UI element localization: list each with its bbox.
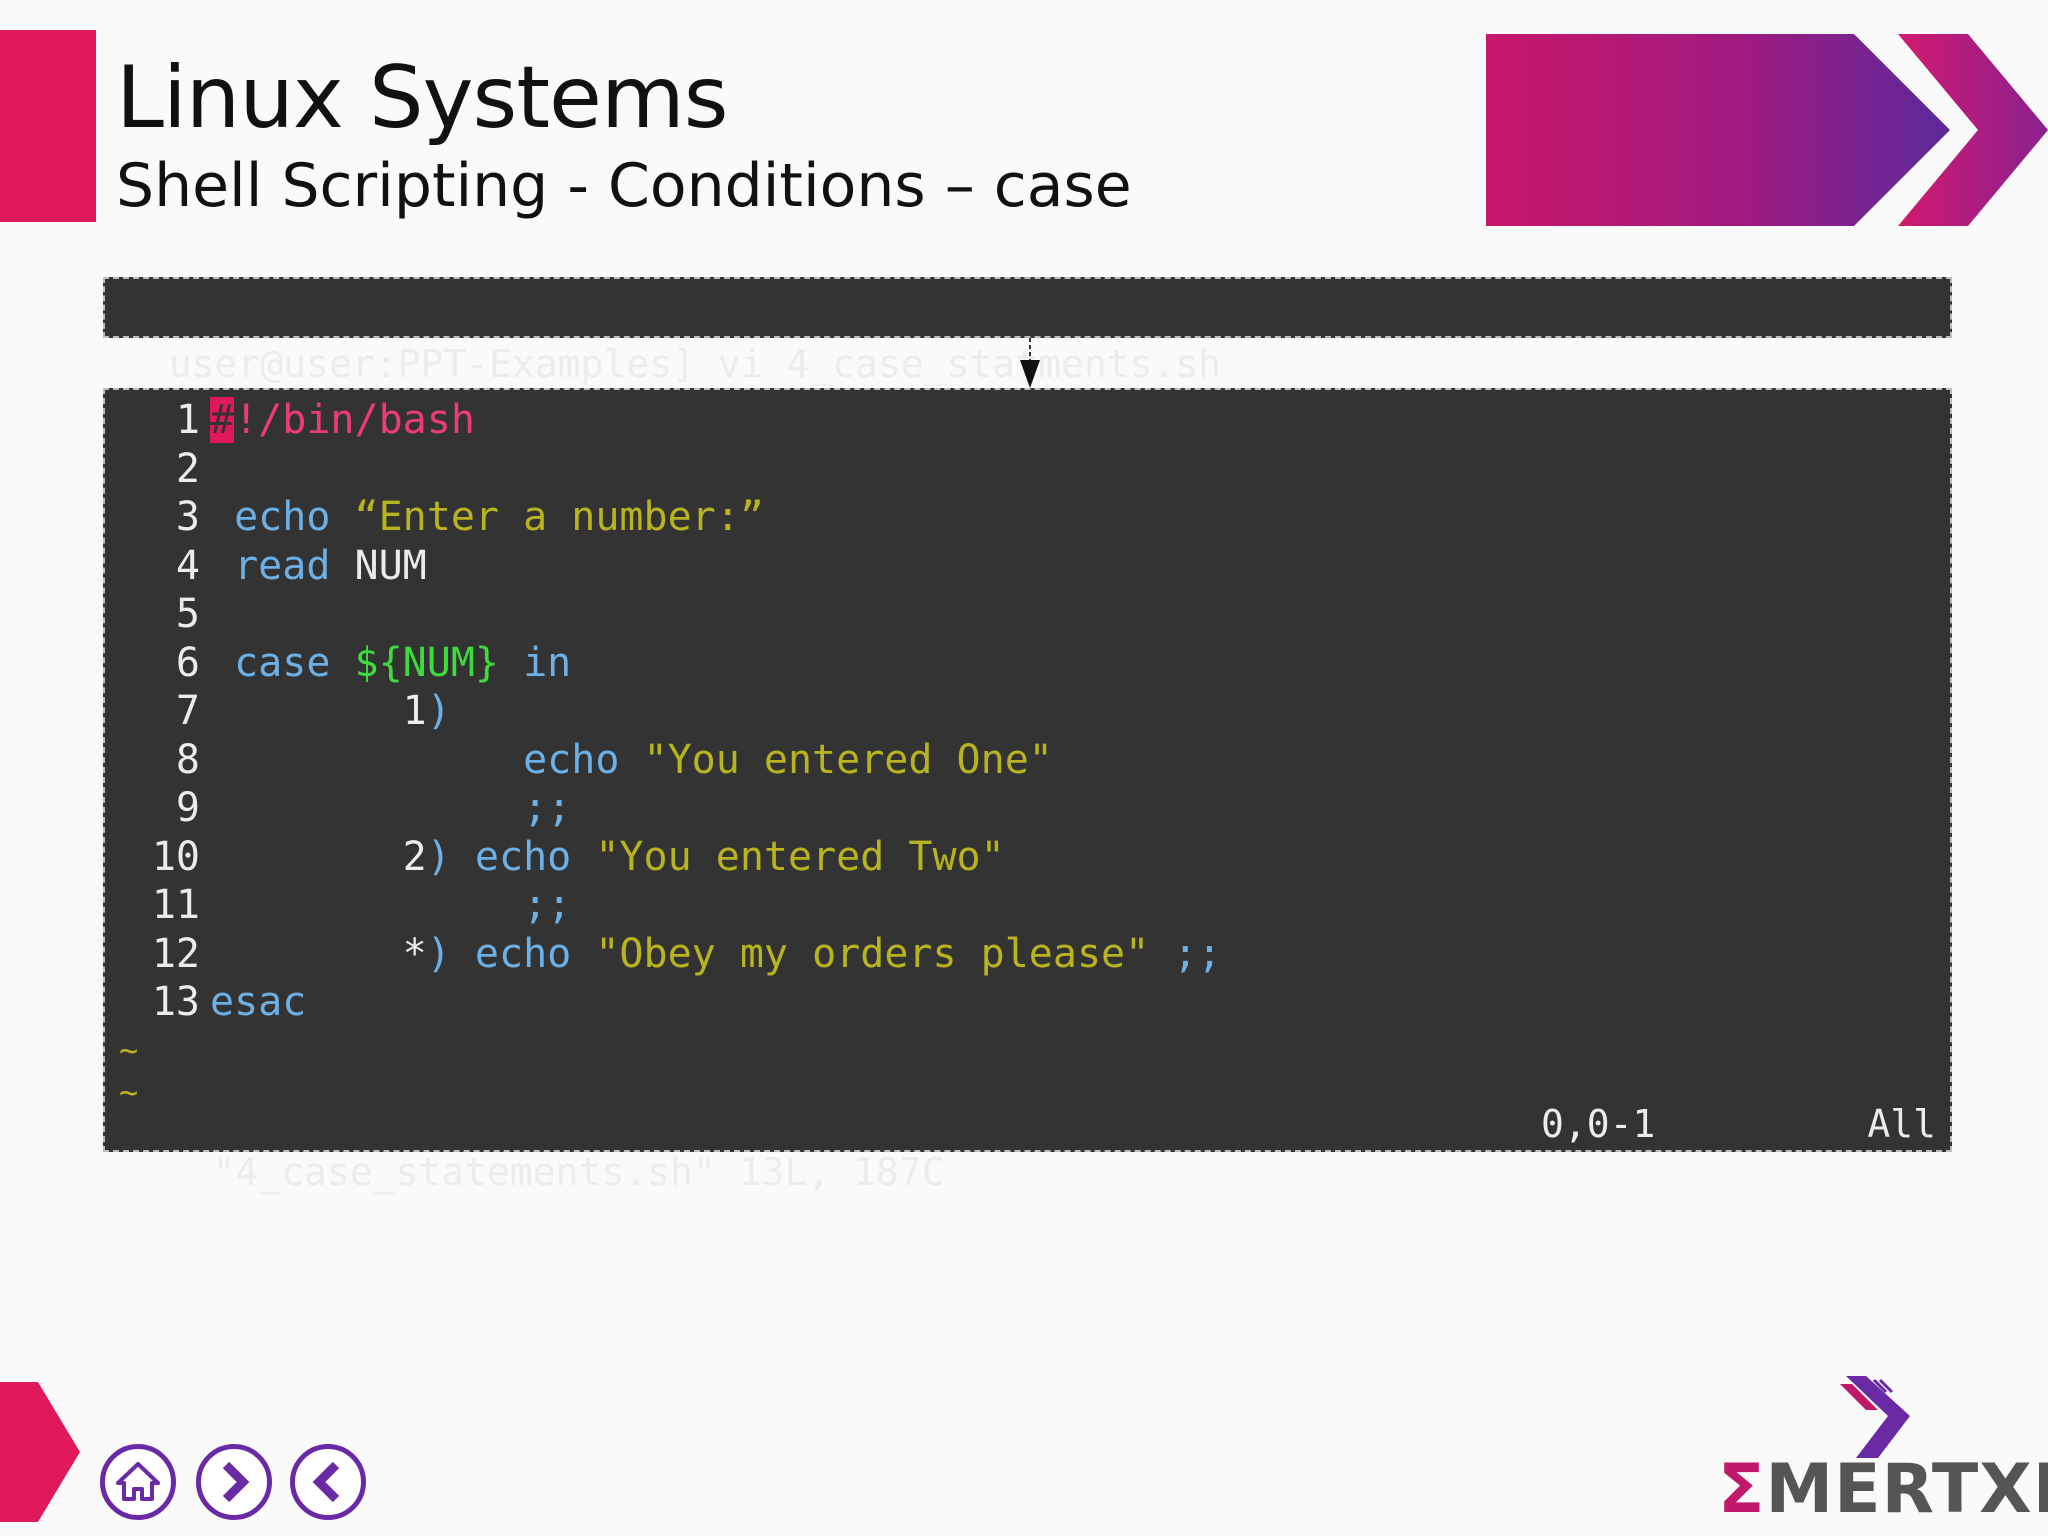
code-token: ${NUM} (354, 639, 500, 686)
code-token: "Obey my orders please" (595, 930, 1150, 977)
line-number: 11 (151, 882, 200, 928)
down-arrow-icon (1020, 338, 1040, 388)
code-token: echo (210, 494, 355, 540)
code-token: ;; (1149, 930, 1222, 977)
emertxe-logo-mark (1840, 1376, 1910, 1458)
command-text: user@user:PPT-Examples] vi 4_case_statme… (168, 342, 1222, 386)
code-token: "You entered One" (643, 736, 1053, 783)
code-token: "You entered Two" (595, 833, 1005, 880)
line-number: 10 (151, 833, 200, 880)
line-number: 3 (175, 494, 200, 540)
code-token: 1 (210, 688, 427, 734)
line-code: *) echo "Obey my orders please" ;; (210, 930, 1222, 978)
status-scroll: All (1867, 1102, 1936, 1146)
code-token: ;; (210, 882, 572, 928)
code-token: ) (426, 688, 451, 734)
line-code: 2) echo "You entered Two" (210, 833, 1005, 881)
previous-icon (312, 1461, 340, 1503)
line-number: 9 (175, 785, 200, 831)
next-button[interactable] (196, 1444, 272, 1520)
line-number: 7 (175, 688, 200, 734)
code-token: esac (210, 979, 307, 1025)
line-code: echo “Enter a number:” (210, 493, 764, 541)
line-number: 2 (175, 445, 200, 492)
home-button[interactable] (100, 1444, 176, 1520)
line-number: 5 (175, 591, 200, 637)
vim-status-bar: "4_case_statements.sh" 13L, 187C 0,0-1 A… (121, 1100, 1936, 1340)
emertxe-logo-text: ΣMERTXE (1718, 1452, 2048, 1528)
code-token: read (210, 542, 355, 589)
line-number: 12 (151, 930, 200, 977)
code-token: * (210, 930, 427, 977)
code-token: in (499, 639, 572, 686)
code-token: “Enter a number:” (354, 494, 764, 540)
line-code: #!/bin/bash (210, 396, 475, 444)
line-number: 8 (175, 736, 200, 783)
line-code: esac (210, 978, 306, 1026)
code-token: # (210, 397, 235, 443)
code-token: ) echo (426, 930, 596, 977)
next-icon (222, 1461, 250, 1503)
logo-sigma: Σ (1718, 1450, 1766, 1529)
line-code: read NUM (210, 542, 427, 590)
status-position: 0,0-1 (1541, 1102, 1656, 1146)
line-code: ;; (210, 784, 571, 832)
code-token: echo (210, 736, 644, 783)
header-chevron-banner (1486, 34, 2048, 226)
footer-accent-tab (0, 1382, 80, 1522)
code-token: !/bin/bash (234, 397, 475, 443)
previous-button[interactable] (290, 1444, 366, 1520)
line-code: echo "You entered One" (210, 736, 1053, 784)
code-token: 2 (210, 833, 427, 880)
code-token: ) echo (426, 833, 596, 880)
home-icon (116, 1462, 160, 1501)
logo-wordmark: MERTXE (1765, 1450, 2048, 1529)
page-title: Linux Systems (116, 48, 729, 148)
code-token: NUM (354, 542, 427, 589)
tilde-marker: ~ (119, 1031, 139, 1069)
line-number: 6 (175, 639, 200, 686)
code-token: ;; (210, 785, 572, 831)
vim-editor: 1 #!/bin/bash 2 3 echo “Enter a number:” 4 r… (103, 388, 1952, 1194)
line-number: 13 (151, 979, 200, 1025)
page-subtitle: Shell Scripting - Conditions – case (116, 151, 1132, 221)
code-token: case (210, 639, 355, 686)
header-accent-bar (0, 30, 96, 222)
line-number: 1 (175, 397, 200, 443)
line-code: case ${NUM} in (210, 639, 571, 687)
status-file: "4_case_statements.sh" 13L, 187C (212, 1150, 945, 1194)
line-number: 4 (175, 542, 200, 589)
line-code: ;; (210, 881, 571, 929)
command-terminal: user@user:PPT-Examples] vi 4_case_statme… (103, 277, 1952, 386)
line-code: 1) (210, 687, 451, 735)
